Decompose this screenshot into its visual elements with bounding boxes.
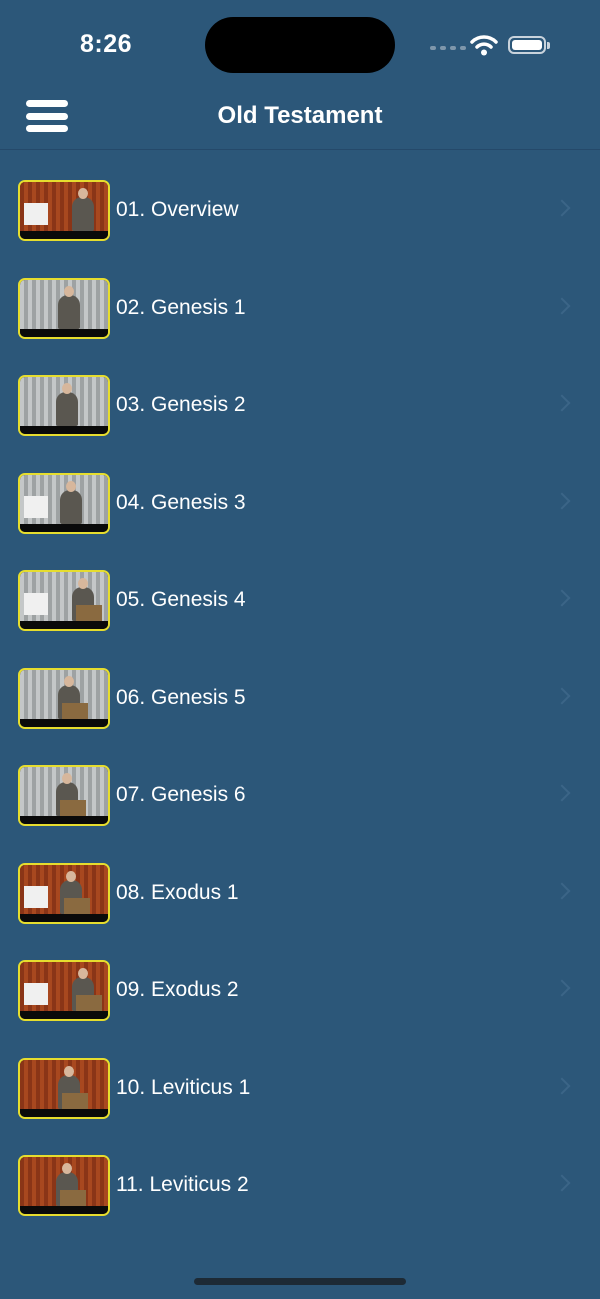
- dynamic-island: [205, 17, 395, 73]
- list-item-label: 10. Leviticus 1: [116, 1075, 251, 1099]
- chevron-right-icon: [553, 199, 571, 217]
- chevron-right-icon: [553, 297, 571, 314]
- chevron-right-icon: [553, 784, 571, 802]
- page-title: Old Testament: [217, 102, 383, 129]
- list-item-label: 07. Genesis 6: [116, 783, 246, 806]
- list-item[interactable]: 09. Exodus 2: [0, 942, 600, 1040]
- video-thumbnail: [18, 1057, 110, 1119]
- list-item[interactable]: 01. Overview: [0, 162, 600, 260]
- home-indicator[interactable]: [194, 1278, 406, 1285]
- video-thumbnail: [18, 570, 110, 631]
- video-thumbnail: [18, 667, 110, 729]
- video-thumbnail: [18, 277, 110, 339]
- lesson-list: 01. Overview 02. Genesis 1 03. Genesis 2 04…: [0, 162, 600, 1235]
- list-item[interactable]: 02. Genesis 1: [0, 260, 600, 358]
- list-item-label: 03. Genesis 2: [116, 393, 246, 416]
- navigation-bar: Old Testament: [0, 90, 600, 150]
- list-item-label: 11. Leviticus 2: [116, 1173, 249, 1196]
- list-item-label: 01. Overview: [116, 198, 239, 221]
- video-thumbnail: [18, 960, 110, 1021]
- chevron-right-icon: [553, 394, 571, 412]
- video-thumbnail: [18, 375, 110, 436]
- video-thumbnail: [18, 472, 110, 534]
- list-item-label: 02. Genesis 1: [116, 295, 246, 319]
- list-item-label: 04. Genesis 3: [116, 490, 246, 514]
- status-bar: 8:26: [0, 0, 600, 90]
- list-item-label: 05. Genesis 4: [116, 588, 246, 611]
- battery-icon: [508, 36, 550, 54]
- chevron-right-icon: [553, 979, 571, 997]
- list-item-label: 06. Genesis 5: [116, 685, 246, 709]
- video-thumbnail: [18, 765, 110, 826]
- list-item[interactable]: 10. Leviticus 1: [0, 1040, 600, 1138]
- video-thumbnail: [18, 1155, 110, 1216]
- cellular-signal-icon: [430, 46, 466, 50]
- list-item[interactable]: 04. Genesis 3: [0, 455, 600, 553]
- list-item-label: 08. Exodus 1: [116, 880, 239, 904]
- list-item[interactable]: 06. Genesis 5: [0, 650, 600, 748]
- chevron-right-icon: [553, 1077, 571, 1094]
- list-item[interactable]: 11. Leviticus 2: [0, 1137, 600, 1235]
- chevron-right-icon: [553, 882, 571, 899]
- video-thumbnail: [18, 862, 110, 924]
- list-item[interactable]: 08. Exodus 1: [0, 845, 600, 943]
- status-time: 8:26: [80, 30, 133, 58]
- wifi-icon: [470, 35, 498, 56]
- list-item[interactable]: 03. Genesis 2: [0, 357, 600, 455]
- chevron-right-icon: [553, 687, 571, 704]
- screen: 8:26 Old Testament 01. Overview 02. Genes…: [0, 0, 600, 1299]
- video-thumbnail: [18, 180, 110, 241]
- chevron-right-icon: [553, 1174, 571, 1192]
- list-item[interactable]: 05. Genesis 4: [0, 552, 600, 650]
- chevron-right-icon: [553, 589, 571, 607]
- list-item[interactable]: 07. Genesis 6: [0, 747, 600, 845]
- chevron-right-icon: [553, 492, 571, 509]
- list-item-label: 09. Exodus 2: [116, 978, 239, 1001]
